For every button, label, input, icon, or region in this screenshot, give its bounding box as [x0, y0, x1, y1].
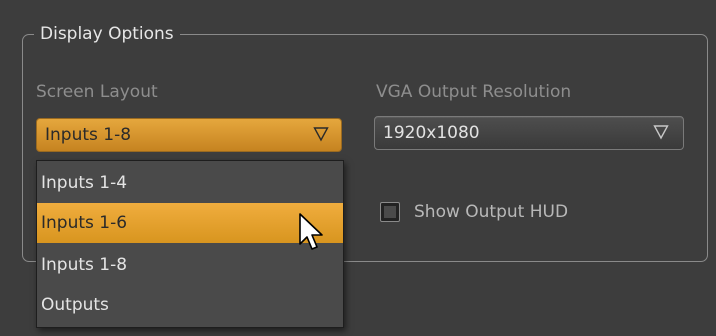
vga-output-value: 1920x1080: [383, 123, 480, 143]
dropdown-option-outputs[interactable]: Outputs: [37, 285, 343, 325]
group-title: Display Options: [34, 20, 180, 48]
screen-layout-value: Inputs 1-8: [45, 125, 132, 145]
screen-layout-combo[interactable]: Inputs 1-8: [36, 118, 342, 152]
dropdown-triangle-icon: [313, 126, 329, 142]
vga-output-combo[interactable]: 1920x1080: [374, 116, 684, 150]
show-output-hud-label: Show Output HUD: [414, 202, 569, 222]
dropdown-option-inputs-1-4[interactable]: Inputs 1-4: [37, 163, 343, 203]
show-output-hud-checkbox[interactable]: [380, 202, 400, 222]
mouse-cursor-icon: [298, 212, 328, 260]
screen-layout-label: Screen Layout: [36, 82, 158, 102]
vga-output-label: VGA Output Resolution: [376, 82, 572, 102]
dropdown-triangle-icon: [653, 124, 669, 140]
